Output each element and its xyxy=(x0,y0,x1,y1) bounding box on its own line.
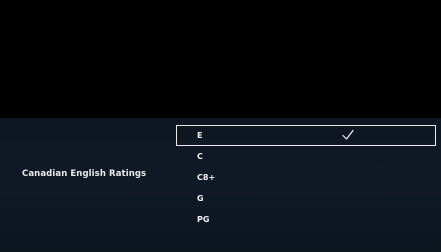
option-label: G xyxy=(197,194,204,203)
option-c[interactable]: C xyxy=(176,146,436,167)
option-label: C8+ xyxy=(197,173,216,182)
option-label: C xyxy=(197,152,203,161)
blank-top-area xyxy=(0,0,441,118)
option-g[interactable]: G xyxy=(176,188,436,209)
option-c8-plus[interactable]: C8+ xyxy=(176,167,436,188)
rating-options-list: E C C8+ G PG xyxy=(176,125,436,230)
option-pg[interactable]: PG xyxy=(176,209,436,230)
canadian-english-ratings-label: Canadian English Ratings xyxy=(22,169,147,179)
checkmark-icon xyxy=(342,129,354,140)
option-e[interactable]: E xyxy=(176,125,436,146)
option-label: E xyxy=(197,131,203,140)
option-label: PG xyxy=(197,215,210,224)
tv-settings-screen: Canadian English Ratings E C C8+ G PG xyxy=(0,0,441,252)
